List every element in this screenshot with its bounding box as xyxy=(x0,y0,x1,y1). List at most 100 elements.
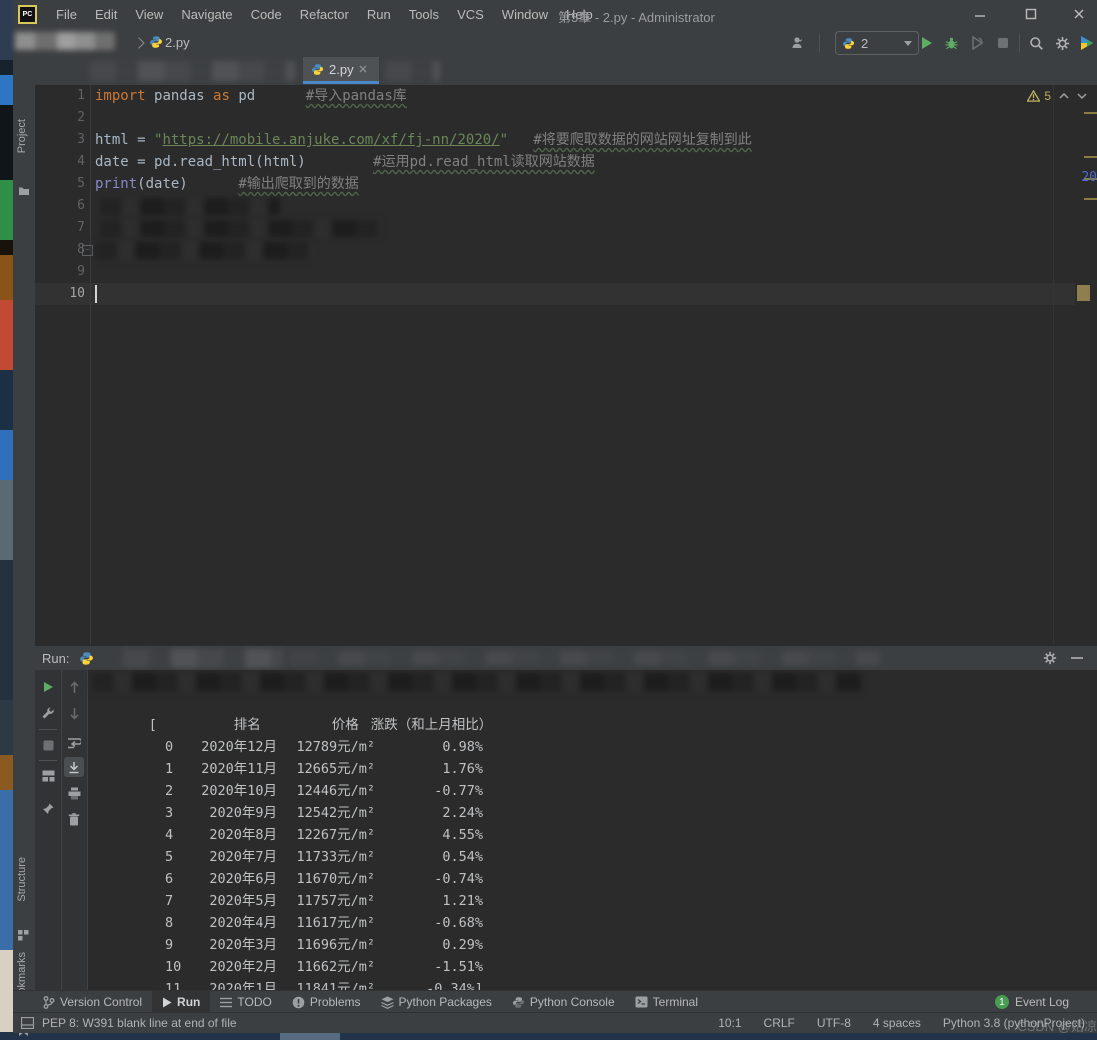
menu-item[interactable]: File xyxy=(47,7,86,22)
menu-item[interactable]: VCS xyxy=(448,7,493,22)
problems-icon xyxy=(292,996,305,1009)
redacted-run-header xyxy=(290,651,880,665)
column-rank: 排名 xyxy=(175,714,261,736)
menu-item[interactable]: Navigate xyxy=(172,7,241,22)
user-account-icon[interactable] xyxy=(788,33,808,53)
toolwindow-version-control[interactable]: Version Control xyxy=(33,991,152,1013)
rerun-button[interactable] xyxy=(38,677,58,697)
sidebar-item-project[interactable]: Project xyxy=(16,119,28,153)
next-warning-chevron-icon[interactable] xyxy=(1077,93,1087,99)
tool-window-bar: Version Control Run TODO Problems Python… xyxy=(13,990,1097,1013)
debug-button[interactable] xyxy=(941,33,961,53)
scroll-to-end-icon[interactable] xyxy=(64,757,84,777)
minimize-button[interactable] xyxy=(963,0,997,28)
event-log-area[interactable]: 1 Event Log xyxy=(995,995,1069,1009)
stop-button[interactable] xyxy=(993,33,1013,53)
menu-item[interactable]: Code xyxy=(242,7,291,22)
event-log-badge: 1 xyxy=(995,995,1009,1009)
maximize-button[interactable] xyxy=(1014,0,1048,28)
run-settings-wrench-icon[interactable] xyxy=(38,703,58,723)
toolbar-separator xyxy=(39,760,57,761)
breadcrumb-chevron-icon xyxy=(133,37,144,48)
line-separator[interactable]: CRLF xyxy=(764,1016,795,1030)
prev-warning-chevron-icon[interactable] xyxy=(1059,93,1069,99)
search-everywhere-icon[interactable] xyxy=(1026,33,1046,53)
taskbar-item xyxy=(280,1032,340,1040)
clear-console-trash-icon[interactable] xyxy=(64,809,84,829)
warning-stripe-mark[interactable] xyxy=(1084,112,1097,114)
breadcrumb-file[interactable]: 2.py xyxy=(165,35,190,50)
terminal-icon xyxy=(635,996,648,1008)
column-change: 涨跌（和上月相比） xyxy=(371,714,493,736)
code-line-3: html = "https://mobile.anjuke.com/xf/fj-… xyxy=(95,129,752,151)
indent-style[interactable]: 4 spaces xyxy=(873,1016,921,1030)
toolwindow-python-console[interactable]: Python Console xyxy=(502,991,625,1013)
row-month: 2020年3月 xyxy=(191,934,277,956)
scrollbar-caret-marker[interactable] xyxy=(1077,285,1090,301)
run-with-coverage-button[interactable] xyxy=(967,33,987,53)
stop-process-button[interactable] xyxy=(38,735,58,755)
row-change: 2.24% xyxy=(375,802,483,824)
menu-item[interactable]: Tools xyxy=(400,7,448,22)
row-change: -1.51% xyxy=(375,956,483,978)
pin-tab-icon[interactable] xyxy=(38,798,58,818)
inspection-widget[interactable]: 5 xyxy=(1027,89,1087,103)
caret-position[interactable]: 10:1 xyxy=(718,1016,741,1030)
toolwindow-todo[interactable]: TODO xyxy=(210,991,281,1013)
line-number: 2 xyxy=(39,107,85,129)
row-price: 11662元/m² xyxy=(277,956,375,978)
redacted-tabs xyxy=(90,61,295,81)
redacted-tab xyxy=(385,61,440,81)
toolwindow-python-packages[interactable]: Python Packages xyxy=(371,991,502,1013)
run-button[interactable] xyxy=(916,33,936,53)
run-panel-settings-icon[interactable] xyxy=(1043,651,1057,665)
tab-2py[interactable]: 2.py xyxy=(303,57,379,84)
run-configuration-select[interactable]: 2 xyxy=(835,31,919,55)
tab-close-icon[interactable] xyxy=(359,65,367,73)
menu-item[interactable]: View xyxy=(126,7,172,22)
soft-wrap-icon[interactable] xyxy=(64,733,84,753)
whats-new-triangle-icon[interactable] xyxy=(1077,33,1097,53)
toolwindow-problems[interactable]: Problems xyxy=(282,991,371,1013)
file-encoding[interactable]: UTF-8 xyxy=(817,1016,851,1030)
fold-marker-icon[interactable]: − xyxy=(82,245,93,256)
next-occurrence-icon[interactable] xyxy=(64,703,84,723)
line-number: 6 xyxy=(39,195,85,217)
menu-item[interactable]: Window xyxy=(493,7,557,22)
toolbar-separator xyxy=(819,34,820,52)
folder-icon xyxy=(18,185,30,196)
code-editor[interactable]: 12345678910 − import pandas as pd #导入pan… xyxy=(35,85,1097,645)
row-index: 1 xyxy=(165,758,191,780)
row-change: 1.76% xyxy=(375,758,483,780)
hide-panel-icon[interactable] xyxy=(1071,656,1083,660)
redacted-code-line-7 xyxy=(100,220,380,237)
row-index: 3 xyxy=(165,802,191,824)
line-number: 1 xyxy=(39,85,85,107)
python-run-tab-icon xyxy=(79,651,94,666)
row-price: 11757元/m² xyxy=(277,890,375,912)
toolbar-separator xyxy=(39,729,57,730)
run-console[interactable]: [排名价格涨跌（和上月相比） 02020年12月12789元/m²0.98% 1… xyxy=(88,670,1097,990)
status-message[interactable]: PEP 8: W391 blank line at end of file xyxy=(42,1016,237,1030)
menu-item[interactable]: Edit xyxy=(86,7,126,22)
console-table-header: [排名价格涨跌（和上月相比） xyxy=(100,692,492,714)
desktop-taskbar-strip xyxy=(0,1032,1097,1040)
sidebar-item-structure[interactable]: Structure xyxy=(16,857,28,902)
toolwindow-toggle-icon[interactable] xyxy=(21,1017,34,1029)
event-log-label: Event Log xyxy=(1015,995,1069,1009)
close-button[interactable] xyxy=(1062,0,1096,28)
current-line-highlight xyxy=(35,283,1075,305)
menu-item[interactable]: Refactor xyxy=(291,7,358,22)
run-panel-toolbar xyxy=(35,670,88,990)
toolwindow-run[interactable]: Run xyxy=(152,991,210,1013)
prev-occurrence-icon[interactable] xyxy=(64,677,84,697)
settings-gear-icon[interactable] xyxy=(1052,33,1072,53)
toolwindow-terminal[interactable]: Terminal xyxy=(625,991,708,1013)
warning-stripe-mark[interactable] xyxy=(1084,198,1097,200)
row-price: 11617元/m² xyxy=(277,912,375,934)
restore-layout-icon[interactable] xyxy=(38,766,58,786)
packages-layers-icon xyxy=(381,996,394,1009)
menu-item[interactable]: Run xyxy=(358,7,400,22)
warning-stripe-mark[interactable] xyxy=(1084,156,1097,158)
print-icon[interactable] xyxy=(64,783,84,803)
